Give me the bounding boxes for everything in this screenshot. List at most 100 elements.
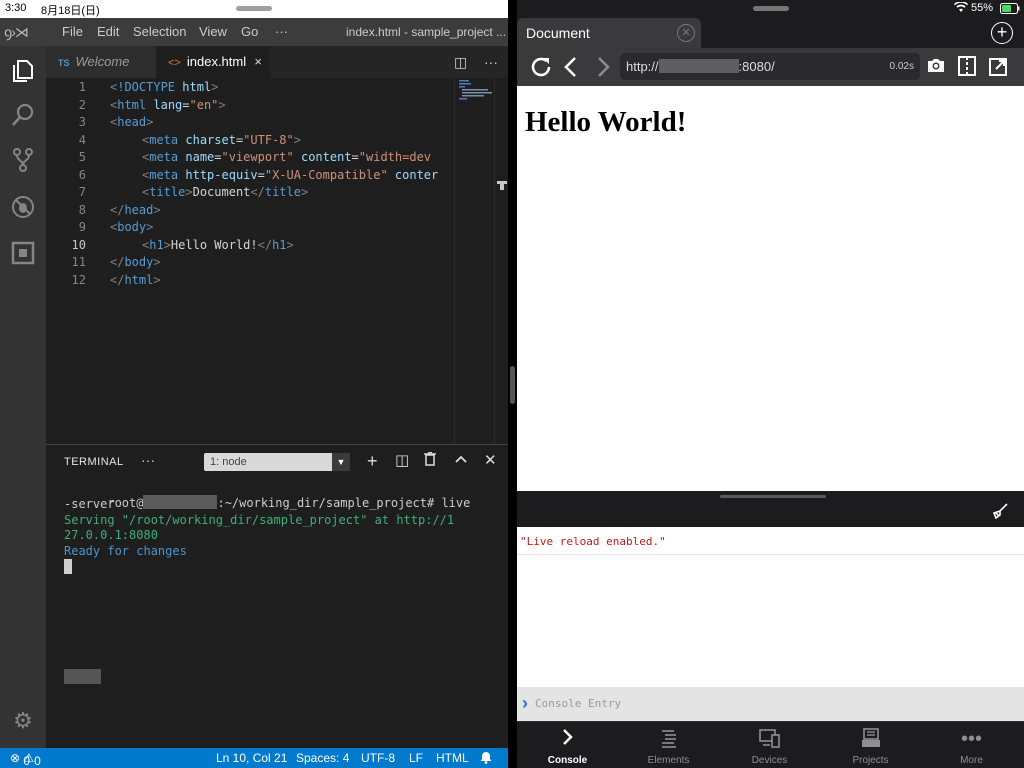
terminal-select-value: 1: node: [210, 456, 247, 468]
tab-console[interactable]: Console: [517, 722, 618, 768]
console-drag-handle[interactable]: [720, 495, 826, 498]
error-count: 0: [23, 754, 31, 768]
console-entry-field[interactable]: › Console Entry: [517, 687, 1024, 721]
extensions-icon[interactable]: [10, 240, 36, 266]
url-prefix: http://: [626, 59, 659, 74]
clear-console-broom-icon[interactable]: [992, 503, 1008, 523]
tab-more-label: More: [960, 755, 983, 766]
responsive-layout-icon[interactable]: [958, 56, 976, 81]
forward-icon[interactable]: [595, 52, 611, 85]
line-number: 3: [78, 115, 86, 129]
chevron-right-icon: [517, 728, 618, 751]
terminal-panel: TERMINAL ··· 1: node ▼ + ◫ ✕ root@:~/wor…: [46, 444, 508, 748]
tab-index-html[interactable]: <> index.html ×: [156, 46, 270, 78]
split-editor-icon[interactable]: ◫: [454, 46, 467, 78]
browser-tab-row: Document ✕ +: [517, 18, 1024, 48]
chevron-up-icon[interactable]: [454, 452, 468, 471]
editor-tab-bar: TS Welcome <> index.html × ◫ ···: [46, 46, 508, 78]
language-mode[interactable]: HTML: [436, 751, 469, 765]
close-panel-icon[interactable]: ✕: [484, 452, 497, 470]
console-prompt-icon: ›: [522, 693, 528, 713]
cursor-position[interactable]: Ln 10, Col 21: [216, 751, 287, 765]
camera-icon[interactable]: [926, 56, 946, 78]
problems-indicator[interactable]: ⊗ 0 ⚠ 0: [10, 751, 41, 768]
ios-status-bar-right: 55%: [517, 0, 1024, 18]
indentation[interactable]: Spaces: 4: [296, 751, 349, 765]
menu-edit[interactable]: Edit: [97, 24, 119, 39]
code-line: </head>: [110, 202, 161, 217]
tab-elements-label: Elements: [647, 755, 690, 766]
code-line: <meta http-equiv="X-UA-Compatible" conte…: [142, 167, 439, 182]
line-number: 8: [78, 202, 86, 217]
vertical-scrollbar[interactable]: [494, 78, 508, 444]
terminal-cursor: [64, 559, 72, 574]
reload-icon[interactable]: [529, 52, 553, 85]
address-bar[interactable]: http://:8080/ 0.02s: [620, 53, 920, 80]
back-icon[interactable]: [563, 52, 579, 85]
debug-icon[interactable]: [10, 194, 36, 220]
gear-icon[interactable]: ⚙: [10, 708, 36, 734]
line-number: 4: [78, 132, 86, 147]
tab-welcome-label: Welcome: [75, 54, 130, 69]
terminal-title[interactable]: TERMINAL: [64, 456, 124, 468]
menu-file[interactable]: File: [62, 24, 83, 39]
menu-go[interactable]: Go: [241, 24, 258, 39]
tab-projects[interactable]: Projects: [820, 722, 921, 768]
more-actions-icon[interactable]: ···: [484, 46, 498, 78]
console-log[interactable]: "Live reload enabled.": [517, 527, 1024, 687]
split-view-handle[interactable]: [510, 366, 515, 404]
trash-icon[interactable]: [424, 451, 436, 471]
new-tab-icon[interactable]: +: [991, 22, 1013, 44]
projects-icon: [820, 728, 921, 753]
console-header: [517, 491, 1024, 527]
browser-tab-title: Document: [526, 25, 590, 41]
terminal-line: -server: [64, 497, 115, 511]
menu-selection[interactable]: Selection: [133, 24, 186, 39]
web-page-viewport[interactable]: Hello World!: [517, 86, 1024, 491]
tab-more[interactable]: ••• More: [921, 722, 1022, 768]
tab-elements[interactable]: Elements: [618, 722, 719, 768]
code-line: <body>: [110, 220, 154, 234]
multitasking-grabber[interactable]: [236, 6, 272, 11]
multitasking-grabber[interactable]: [753, 6, 789, 11]
line-number: 1: [78, 80, 86, 94]
browser-toolbar: http://:8080/ 0.02s: [517, 48, 1024, 86]
app-logo-icon: ꝯ›⋊: [4, 24, 29, 40]
encoding[interactable]: UTF-8: [361, 751, 395, 765]
line-ending[interactable]: LF: [409, 751, 423, 765]
terminal-path: :~/working_dir/sample_project#: [217, 496, 435, 510]
tab-projects-label: Projects: [852, 755, 889, 766]
split-terminal-icon[interactable]: ◫: [395, 452, 409, 470]
terminal-more-icon[interactable]: ···: [141, 452, 155, 468]
minimap[interactable]: [454, 78, 494, 444]
notifications-bell-icon[interactable]: [480, 751, 492, 767]
menu-more[interactable]: ···: [275, 24, 288, 39]
source-control-icon[interactable]: [10, 147, 36, 173]
status-date: 8月18日(日): [41, 5, 100, 17]
new-terminal-icon[interactable]: +: [367, 452, 378, 470]
code-editor[interactable]: 1 2 3 4 5 6 7 8 9 10 11 12 <!DOCTYPE htm…: [46, 78, 454, 444]
terminal-header: TERMINAL ··· 1: node ▼ + ◫ ✕: [46, 445, 508, 479]
wifi-icon: [954, 1, 968, 16]
code-line: </html>: [110, 272, 161, 287]
tab-devices[interactable]: Devices: [719, 722, 820, 768]
search-icon[interactable]: [10, 102, 36, 128]
line-number: 9: [78, 220, 86, 234]
line-number: 12: [71, 272, 86, 287]
redacted-hostname: [143, 495, 218, 509]
tab-console-label: Console: [547, 755, 588, 766]
open-external-icon[interactable]: [989, 56, 1009, 81]
close-tab-icon[interactable]: ×: [254, 46, 262, 78]
line-number-current: 10: [71, 237, 86, 252]
menu-view[interactable]: View: [199, 24, 227, 39]
terminal-line: 27.0.0.1:8080: [64, 528, 158, 542]
menu-bar: ꝯ›⋊ File Edit Selection View Go ··· inde…: [0, 18, 508, 46]
terminal-select[interactable]: 1: node ▼: [204, 453, 350, 471]
close-tab-icon[interactable]: ✕: [677, 24, 695, 42]
explorer-icon[interactable]: [10, 58, 36, 84]
browser-tab-document[interactable]: Document ✕: [517, 18, 701, 48]
tab-welcome[interactable]: TS Welcome: [46, 46, 156, 78]
console-entry-placeholder: Console Entry: [535, 697, 622, 710]
code-line-current: <h1>Hello World!</h1>: [142, 237, 294, 252]
line-number: 6: [78, 167, 86, 182]
